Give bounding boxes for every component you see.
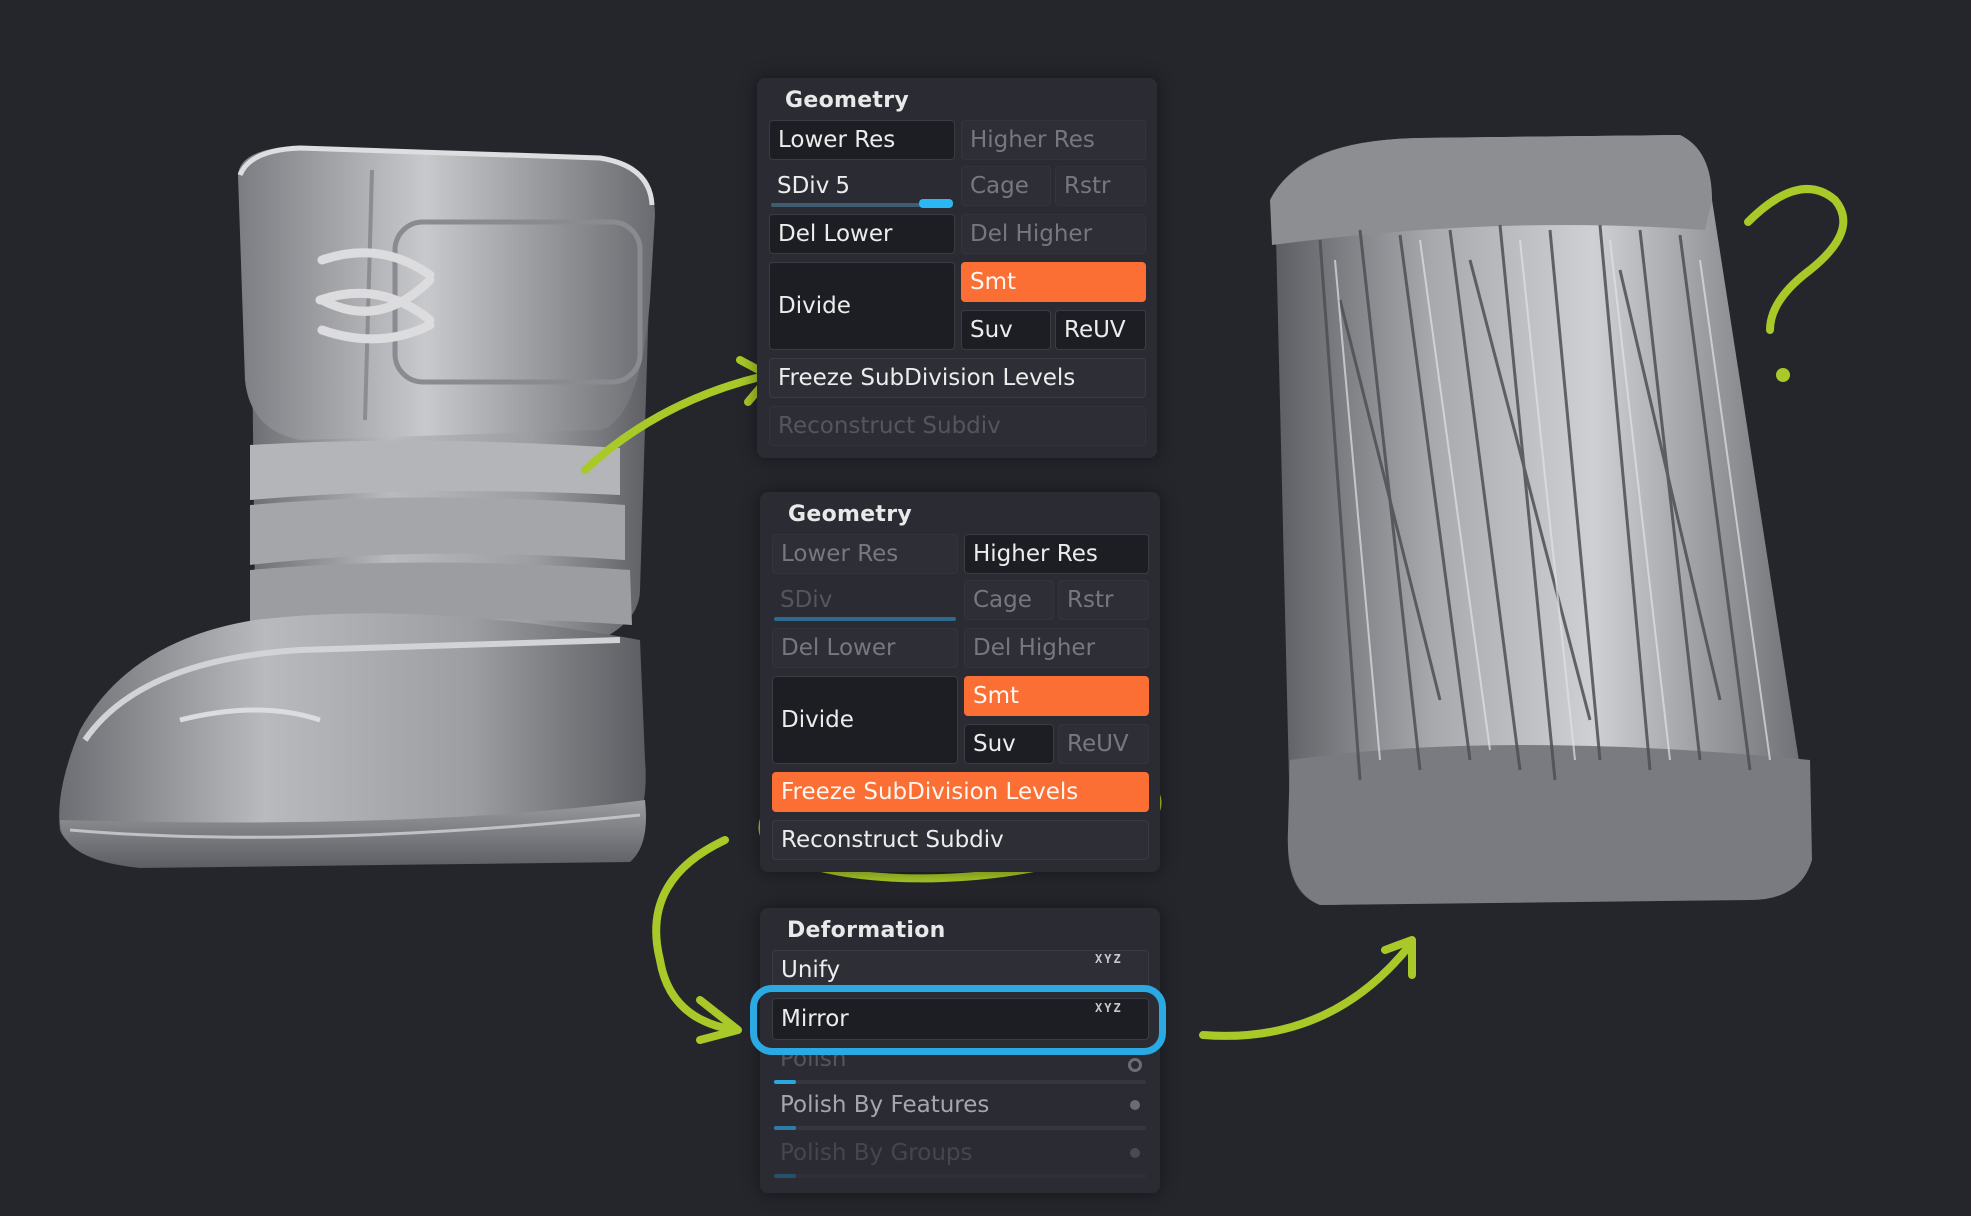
polish-track[interactable] bbox=[774, 1080, 1146, 1084]
divide-button[interactable]: Divide bbox=[769, 262, 955, 350]
smt-toggle[interactable]: Smt bbox=[961, 262, 1146, 302]
reuv-button[interactable]: ReUV bbox=[1055, 310, 1146, 350]
reconstruct-subdiv-button[interactable]: Reconstruct Subdiv bbox=[772, 820, 1149, 860]
reconstruct-subdiv-button[interactable]: Reconstruct Subdiv bbox=[769, 406, 1146, 446]
unify-axis-toggles[interactable]: XYZ bbox=[1095, 952, 1123, 966]
sdiv-value: 5 bbox=[835, 173, 850, 199]
polish-by-features-slider[interactable]: Polish By Features bbox=[772, 1088, 1149, 1122]
higher-res-button[interactable]: Higher Res bbox=[961, 120, 1146, 160]
panel-title: Geometry bbox=[785, 88, 910, 113]
sdiv-label: SDiv bbox=[777, 173, 830, 199]
question-mark-glyph: ? bbox=[0, 0, 9, 4]
polish-by-features-track[interactable] bbox=[774, 1126, 1146, 1130]
rstr-button[interactable]: Rstr bbox=[1058, 580, 1149, 620]
del-lower-button[interactable]: Del Lower bbox=[769, 214, 955, 254]
suv-toggle[interactable]: Suv bbox=[961, 310, 1051, 350]
mirror-highlight-box bbox=[750, 985, 1166, 1055]
geometry-panel-bottom: Geometry Lower Res Higher Res SDiv Cage … bbox=[760, 492, 1160, 872]
higher-res-button[interactable]: Higher Res bbox=[964, 534, 1149, 574]
suv-toggle[interactable]: Suv bbox=[964, 724, 1054, 764]
unify-button[interactable]: Unify bbox=[772, 950, 1149, 990]
sdiv-knob[interactable] bbox=[919, 199, 953, 208]
del-higher-button[interactable]: Del Higher bbox=[964, 628, 1149, 668]
polish-by-groups-toggle-icon[interactable] bbox=[1130, 1148, 1140, 1158]
lower-res-button[interactable]: Lower Res bbox=[772, 534, 958, 574]
polish-by-groups-slider[interactable]: Polish By Groups bbox=[772, 1136, 1149, 1170]
geometry-panel-top: Geometry Lower Res Higher Res SDiv 5 Cag… bbox=[757, 78, 1157, 458]
panel-title: Geometry bbox=[788, 502, 913, 527]
rstr-button[interactable]: Rstr bbox=[1055, 166, 1146, 206]
question-mark-dot bbox=[1776, 368, 1790, 382]
panel-title: Deformation bbox=[787, 918, 946, 943]
del-lower-button[interactable]: Del Lower bbox=[772, 628, 958, 668]
polish-by-groups-track[interactable] bbox=[774, 1174, 1146, 1178]
del-higher-button[interactable]: Del Higher bbox=[961, 214, 1146, 254]
polish-by-features-toggle-icon[interactable] bbox=[1130, 1100, 1140, 1110]
lower-res-button[interactable]: Lower Res bbox=[769, 120, 955, 160]
freeze-subdivision-button[interactable]: Freeze SubDivision Levels bbox=[772, 772, 1149, 812]
smt-toggle[interactable]: Smt bbox=[964, 676, 1149, 716]
reuv-button[interactable]: ReUV bbox=[1058, 724, 1149, 764]
question-mark: ? bbox=[1740, 150, 1741, 151]
freeze-subdivision-button[interactable]: Freeze SubDivision Levels bbox=[769, 358, 1146, 398]
cage-button[interactable]: Cage bbox=[964, 580, 1054, 620]
divide-button[interactable]: Divide bbox=[772, 676, 958, 764]
sdiv-slider[interactable]: SDiv bbox=[772, 580, 958, 620]
sdiv-track[interactable] bbox=[774, 617, 956, 621]
polish-toggle-icon[interactable] bbox=[1128, 1058, 1142, 1072]
cage-button[interactable]: Cage bbox=[961, 166, 1051, 206]
